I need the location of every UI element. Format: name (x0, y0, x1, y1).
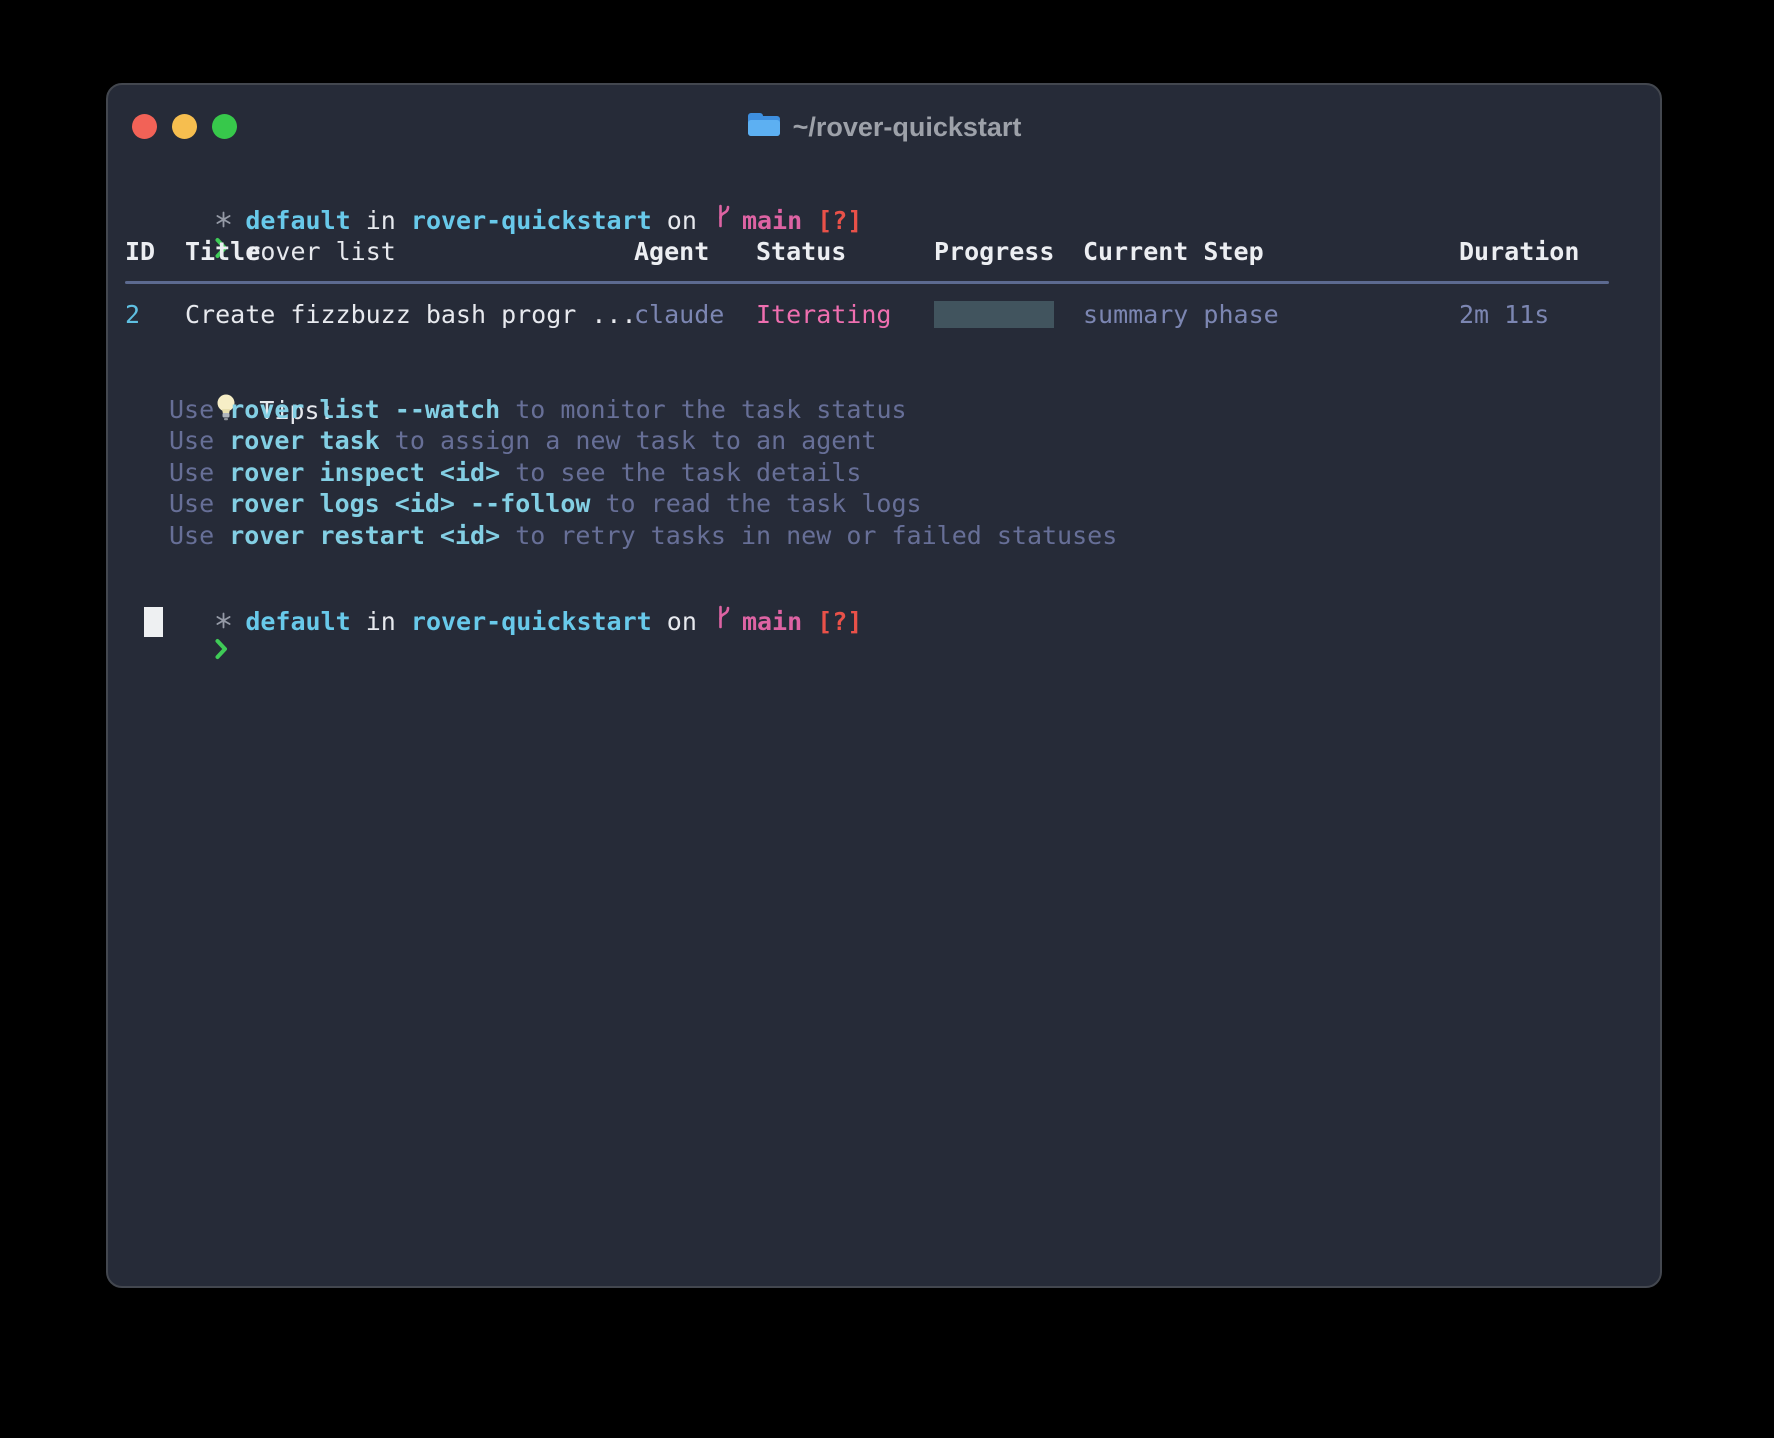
titlebar: ~/rover-quickstart (108, 85, 1660, 173)
chevron-prompt-icon (215, 637, 228, 666)
tip-prefix: Use (169, 521, 229, 550)
tip-prefix: Use (169, 458, 229, 487)
tip-item: Use rover logs <id> --follow to read the… (125, 488, 1652, 520)
tip-item: Use rover task to assign a new task to a… (125, 425, 1652, 457)
blank-line (125, 551, 1652, 574)
header-duration: Duration (1459, 236, 1579, 268)
tip-rest: to see the task details (500, 458, 861, 487)
tip-command: rover task (229, 426, 380, 455)
task-status: Iterating (756, 299, 891, 331)
tip-command: rover inspect <id> (229, 458, 500, 487)
separator-rule (125, 281, 1609, 284)
task-duration: 2m 11s (1459, 299, 1549, 331)
header-title: Title (185, 236, 260, 268)
table-header-row: ID Title Agent Status Progress Current S… (125, 236, 1652, 268)
terminal-window: ~/rover-quickstart default in rover-quic… (106, 83, 1662, 1288)
prompt-line-2: default in rover-quickstart on main [?] (125, 574, 1652, 606)
window-title: ~/rover-quickstart (108, 109, 1660, 145)
tip-rest: to monitor the task status (500, 395, 906, 424)
folder-icon (747, 110, 781, 145)
tip-item: Use rover restart <id> to retry tasks in… (125, 520, 1652, 552)
task-title: Create fizzbuzz bash progr ... (185, 299, 637, 331)
tip-prefix: Use (169, 489, 229, 518)
task-id: 2 (125, 299, 140, 331)
tip-command: rover logs <id> --follow (229, 489, 590, 518)
tip-rest: to assign a new task to an agent (380, 426, 877, 455)
header-status: Status (756, 236, 846, 268)
tips-heading-line: Tips: (125, 362, 1652, 394)
input-line[interactable] (125, 606, 1652, 638)
progress-bar (934, 301, 1054, 328)
tip-command: rover restart <id> (229, 521, 500, 550)
task-current-step: summary phase (1083, 299, 1279, 331)
tip-rest: to retry tasks in new or failed statuses (500, 521, 1117, 550)
tip-item: Use rover inspect <id> to see the task d… (125, 457, 1652, 489)
header-agent: Agent (634, 236, 709, 268)
tip-prefix: Use (169, 426, 229, 455)
prompt-line-1: default in rover-quickstart on main [?] (125, 173, 1652, 205)
command-line: rover list (125, 205, 1652, 237)
table-row: 2 Create fizzbuzz bash progr ... claude … (125, 299, 1652, 331)
tip-command: rover list --watch (229, 395, 500, 424)
table-separator-line (125, 268, 1652, 300)
tip-item: Use rover list --watch to monitor the ta… (125, 394, 1652, 426)
header-current-step: Current Step (1083, 236, 1264, 268)
tip-prefix: Use (169, 395, 229, 424)
blank-line (125, 331, 1652, 363)
header-progress: Progress (934, 236, 1054, 268)
window-title-text: ~/rover-quickstart (793, 112, 1022, 143)
tip-rest: to read the task logs (590, 489, 921, 518)
header-id: ID (125, 236, 155, 268)
terminal-content: default in rover-quickstart on main [?] … (125, 173, 1652, 637)
terminal-cursor (144, 607, 163, 637)
task-agent: claude (634, 299, 724, 331)
